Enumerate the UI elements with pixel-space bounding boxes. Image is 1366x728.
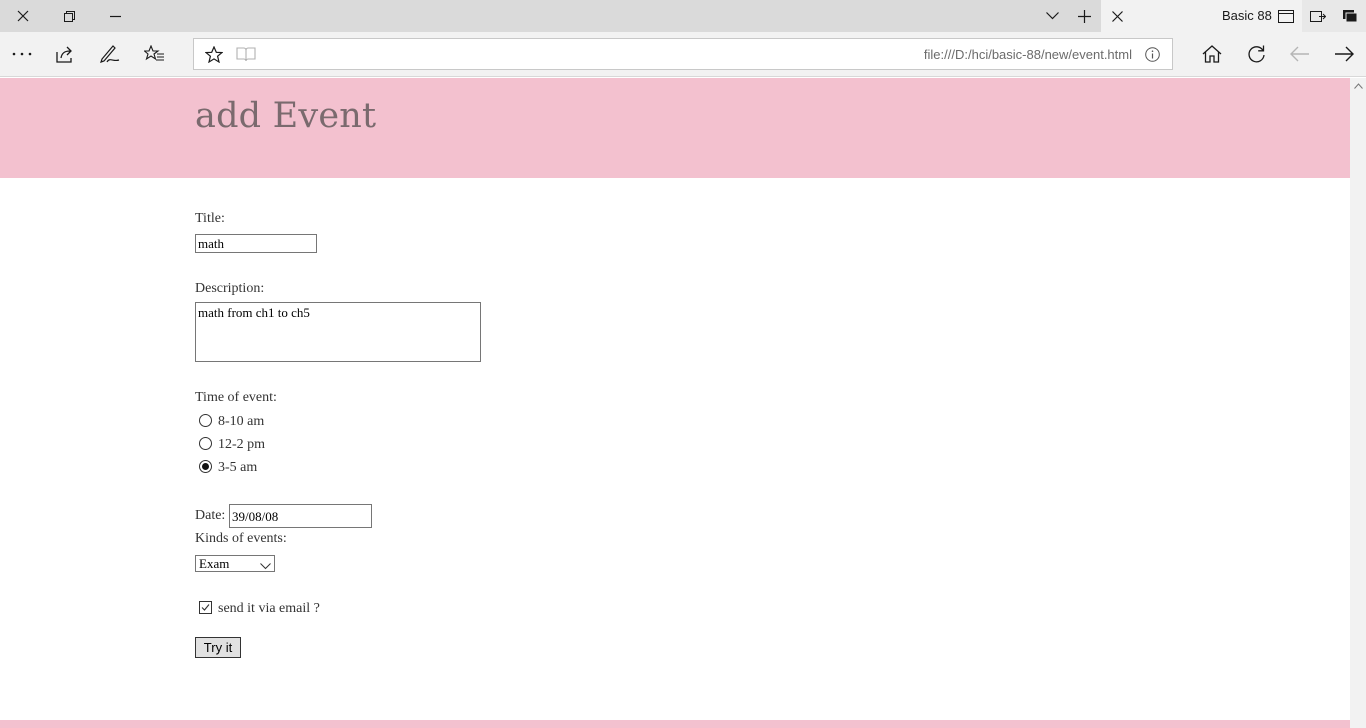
time-option-radio-3[interactable]	[199, 460, 212, 473]
tabs-aside-icon[interactable]	[1338, 0, 1362, 32]
set-aside-tabs-icon[interactable]	[1306, 0, 1330, 32]
favorites-hub-icon[interactable]	[136, 32, 172, 76]
tab-title: Basic 88	[1222, 8, 1272, 23]
kinds-selected-value: Exam	[199, 556, 230, 571]
add-favorite-star-icon[interactable]	[200, 39, 228, 69]
title-label: Title:	[195, 211, 225, 226]
close-window-icon[interactable]	[8, 0, 38, 32]
forward-arrow-icon[interactable]	[1326, 32, 1362, 76]
refresh-icon[interactable]	[1238, 32, 1274, 76]
send-email-label: send it via email ?	[218, 601, 320, 616]
time-option-radio-1[interactable]	[199, 414, 212, 427]
time-option-label-2: 12-2 pm	[218, 437, 266, 452]
vertical-scrollbar[interactable]	[1350, 78, 1366, 728]
tab-close-icon[interactable]	[1105, 0, 1129, 32]
minimize-window-icon[interactable]	[100, 0, 130, 32]
description-label: Description:	[195, 281, 265, 296]
kinds-of-events-label: Kinds of events:	[195, 531, 287, 546]
page-viewport: add Event Title: math Description: math …	[0, 78, 1350, 728]
description-textarea[interactable]: math from ch1 to ch5	[195, 302, 481, 362]
time-of-event-label: Time of event:	[195, 390, 277, 405]
time-option-radio-2[interactable]	[199, 437, 212, 450]
home-icon[interactable]	[1194, 32, 1230, 76]
kinds-of-events-select[interactable]: Exam	[195, 555, 275, 572]
time-option-label-3: 3-5 am	[218, 460, 258, 475]
back-arrow-icon[interactable]	[1282, 32, 1318, 76]
share-icon[interactable]	[47, 32, 83, 76]
chevron-down-icon	[260, 558, 271, 574]
new-tab-plus-icon[interactable]	[1072, 0, 1096, 32]
page-title: add Event	[195, 96, 377, 136]
page-header: add Event	[0, 78, 1350, 178]
url-text[interactable]: file:///D:/hci/basic-88/new/event.html	[924, 47, 1132, 62]
web-note-pen-icon[interactable]	[92, 32, 128, 76]
tab-list-chevron-icon[interactable]	[1040, 0, 1064, 32]
restore-window-icon[interactable]	[54, 0, 84, 32]
reading-view-icon[interactable]	[1274, 0, 1298, 32]
try-it-button[interactable]: Try it	[195, 637, 241, 658]
more-actions-icon[interactable]	[4, 32, 40, 76]
time-option-label-1: 8-10 am	[218, 414, 265, 429]
date-label: Date:	[195, 508, 226, 523]
address-bar[interactable]: file:///D:/hci/basic-88/new/event.html	[193, 38, 1173, 70]
reading-view-book-icon[interactable]	[232, 39, 260, 69]
date-input[interactable]: 39/08/08	[229, 504, 372, 528]
page-footer	[0, 720, 1350, 728]
title-input[interactable]: math	[195, 234, 317, 253]
checkmark-icon	[201, 604, 210, 611]
title-bar: Basic 88	[0, 0, 1366, 32]
send-email-checkbox[interactable]	[199, 601, 212, 614]
browser-toolbar: file:///D:/hci/basic-88/new/event.html	[0, 32, 1366, 77]
scroll-up-arrow-icon[interactable]	[1350, 78, 1366, 94]
site-info-icon[interactable]	[1138, 39, 1166, 69]
